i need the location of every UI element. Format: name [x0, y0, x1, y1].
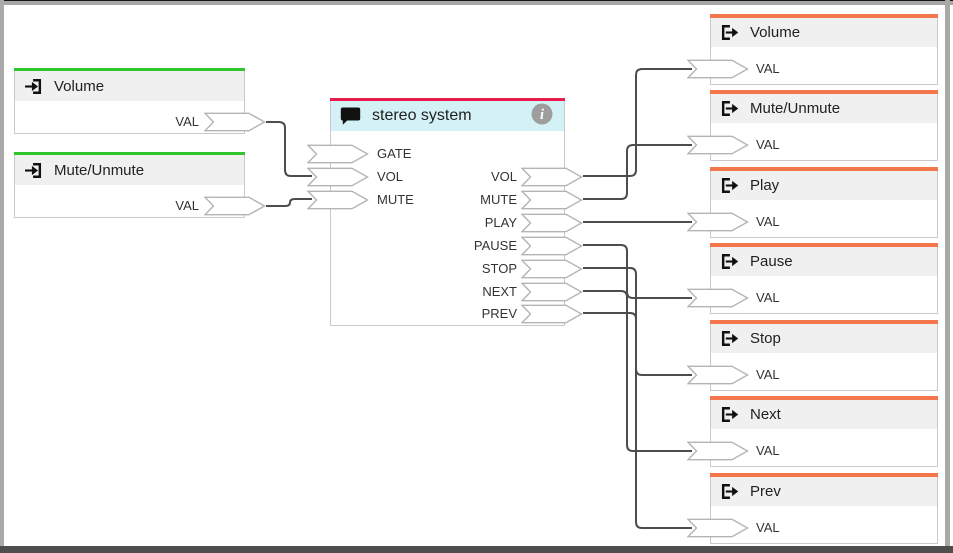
port-in-gate[interactable] [307, 144, 369, 164]
chat-bubble-icon [340, 107, 361, 125]
wire-prev-out[interactable] [583, 313, 692, 528]
node-output-mute-unmute[interactable]: Mute/Unmute VAL [710, 90, 938, 161]
flow-canvas[interactable]: Volume VAL Mute/Unmute VAL stereo system… [0, 0, 953, 553]
port-in-vol[interactable] [307, 167, 369, 187]
node-title: Mute/Unmute [54, 162, 144, 179]
port-label: MUTE [377, 191, 414, 209]
port-label: VOL [377, 168, 403, 186]
info-icon[interactable]: i [531, 103, 553, 125]
output-icon [720, 482, 739, 501]
output-icon [720, 329, 739, 348]
node-title: Play [750, 177, 779, 194]
port-out-stop[interactable] [521, 259, 583, 279]
port-label: VAL [756, 213, 780, 231]
output-icon [720, 23, 739, 42]
port-in-val[interactable] [687, 288, 749, 308]
port-in-val[interactable] [687, 518, 749, 538]
port-label: VAL [756, 519, 780, 537]
svg-text:i: i [540, 107, 544, 123]
port-label: VAL [756, 289, 780, 307]
node-title: Prev [750, 483, 781, 500]
node-title: Next [750, 406, 781, 423]
node-title: Volume [750, 24, 800, 41]
port-label: NEXT [427, 283, 517, 301]
node-output-volume[interactable]: Volume VAL [710, 14, 938, 85]
port-label: VAL [175, 113, 199, 131]
output-icon [720, 99, 739, 118]
output-icon [720, 405, 739, 424]
port-label: VAL [756, 136, 780, 154]
port-label: GATE [377, 145, 411, 163]
port-label: VAL [756, 366, 780, 384]
port-in-mute[interactable] [307, 190, 369, 210]
node-input-volume[interactable]: Volume VAL [14, 68, 245, 134]
port-label: VAL [756, 442, 780, 460]
port-label: MUTE [427, 191, 517, 209]
node-output-pause[interactable]: Pause VAL [710, 243, 938, 314]
port-in-val[interactable] [687, 212, 749, 232]
port-out-mute[interactable] [521, 190, 583, 210]
port-label: PREV [427, 305, 517, 323]
node-title: Stop [750, 330, 781, 347]
port-label: VOL [427, 168, 517, 186]
wire-volume-to-vol[interactable] [266, 122, 312, 176]
input-icon [24, 77, 43, 96]
port-out-next[interactable] [521, 282, 583, 302]
output-icon [720, 176, 739, 195]
output-icon [720, 252, 739, 271]
node-title: Mute/Unmute [750, 100, 840, 117]
port-in-val[interactable] [687, 365, 749, 385]
port-in-val[interactable] [687, 59, 749, 79]
wire-vol-out[interactable] [583, 69, 692, 176]
node-output-play[interactable]: Play VAL [710, 167, 938, 238]
node-title: Pause [750, 253, 793, 270]
port-label: STOP [427, 260, 517, 278]
port-label: PLAY [427, 214, 517, 232]
port-in-val[interactable] [687, 135, 749, 155]
node-title: stereo system [372, 107, 472, 125]
port-out-prev[interactable] [521, 304, 583, 324]
port-label: VAL [175, 197, 199, 215]
node-title: Volume [54, 78, 104, 95]
wire-next-out[interactable] [583, 291, 692, 451]
port-out-pause[interactable] [521, 236, 583, 256]
wire-stop-out[interactable] [583, 268, 692, 375]
port-label: VAL [756, 60, 780, 78]
port-in-val[interactable] [687, 441, 749, 461]
node-output-prev[interactable]: Prev VAL [710, 473, 938, 544]
node-output-next[interactable]: Next VAL [710, 396, 938, 467]
node-input-mute-unmute[interactable]: Mute/Unmute VAL [14, 152, 245, 218]
port-out-vol[interactable] [521, 167, 583, 187]
node-output-stop[interactable]: Stop VAL [710, 320, 938, 391]
port-out-val[interactable] [204, 196, 266, 216]
port-out-play[interactable] [521, 213, 583, 233]
port-label: PAUSE [427, 237, 517, 255]
wire-mute-to-mute[interactable] [266, 199, 312, 206]
port-out-val[interactable] [204, 112, 266, 132]
wire-mute-out[interactable] [583, 145, 692, 199]
input-icon [24, 161, 43, 180]
node-stereo-system[interactable]: stereo system i GATE VOL MUTE VOL MUTE P… [330, 98, 565, 326]
